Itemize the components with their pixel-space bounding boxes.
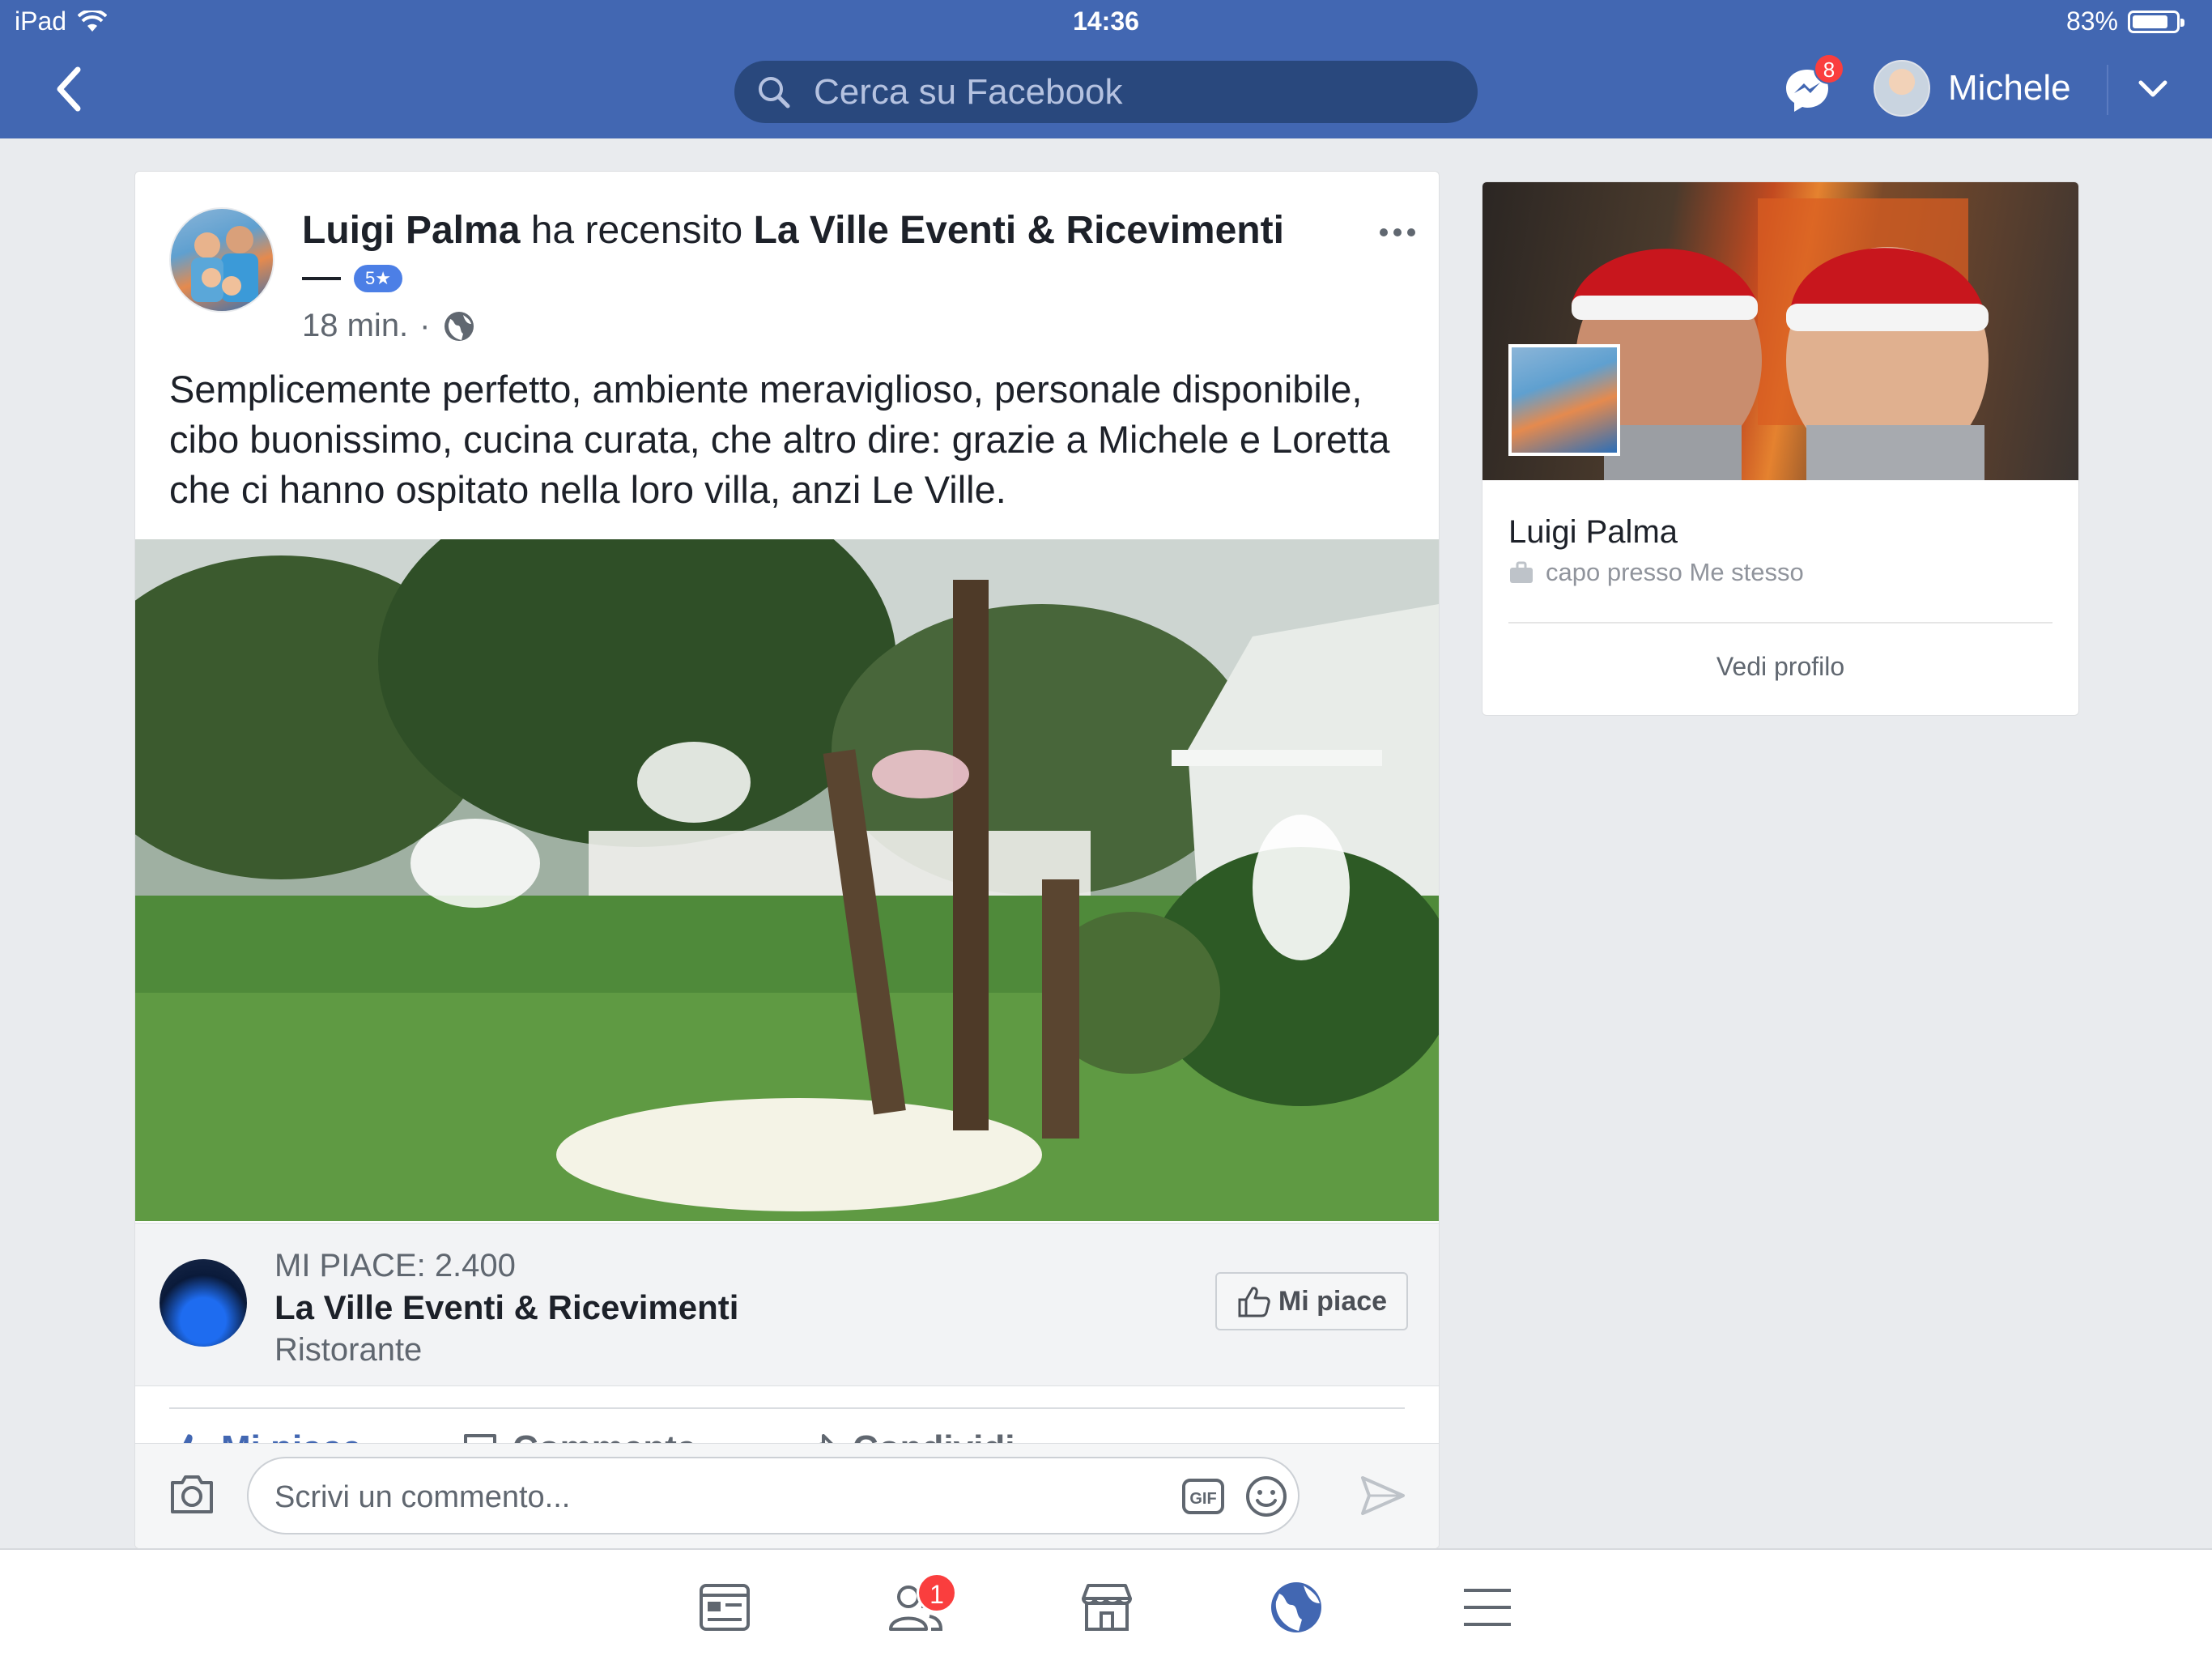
rating-badge: 5★ — [354, 265, 402, 292]
page-name[interactable]: La Ville Eventi & Ricevimenti — [274, 1288, 738, 1327]
user-name: Michele — [1948, 68, 2071, 108]
reviewed-page-name[interactable]: La Ville Eventi & Ricevimenti — [754, 209, 1284, 252]
profile-card: Luigi Palma capo presso Me stesso Vedi p… — [1482, 181, 2079, 716]
post-action-text: ha recensito — [530, 209, 743, 252]
battery-percent: 83% — [2065, 6, 2118, 36]
view-profile-link[interactable]: Vedi profilo — [1482, 652, 2078, 682]
cover-photo[interactable] — [1482, 182, 2078, 480]
camera-icon[interactable] — [168, 1471, 216, 1517]
profile-divider — [1508, 622, 2052, 624]
profile-work: capo presso Me stesso — [1508, 558, 1804, 587]
search-input[interactable] — [812, 70, 1447, 113]
marketplace-icon[interactable] — [1078, 1579, 1135, 1636]
thumbs-up-icon — [1238, 1287, 1270, 1317]
battery-level — [2133, 15, 2167, 28]
top-navigation-bar: iPad 14:36 83% 8 Michele — [0, 0, 2212, 138]
status-bar: iPad 14:36 83% — [0, 6, 2212, 42]
more-options-icon[interactable] — [1377, 220, 1418, 245]
meta-separator: · — [419, 308, 431, 343]
rating-dash — [302, 277, 341, 280]
bottom-tab-bar — [0, 1548, 2212, 1660]
post-meta: 18 min. · — [302, 308, 476, 344]
page-attachment[interactable]: MI PIACE: 2.400 La Ville Eventi & Ricevi… — [135, 1223, 1439, 1386]
post-body-text: Semplicemente perfetto, ambiente meravig… — [169, 368, 1390, 511]
comment-input-wrapper[interactable]: GIF — [247, 1457, 1300, 1534]
search-bar[interactable] — [734, 61, 1478, 123]
user-profile-button[interactable]: Michele — [1874, 60, 2071, 117]
comment-composer: GIF — [135, 1443, 1439, 1548]
post-author-name[interactable]: Luigi Palma — [302, 209, 520, 252]
post-header: Luigi Palma ha recensito La Ville Eventi… — [302, 206, 1306, 256]
news-feed-icon[interactable] — [696, 1579, 753, 1636]
gif-icon[interactable]: GIF — [1181, 1476, 1225, 1517]
post-timestamp[interactable]: 18 min. — [302, 308, 408, 344]
emoji-icon[interactable] — [1244, 1475, 1288, 1518]
briefcase-icon — [1510, 561, 1533, 583]
page-likes-count: MI PIACE: 2.400 — [274, 1248, 516, 1283]
send-icon[interactable] — [1359, 1473, 1406, 1518]
user-avatar — [1874, 60, 1930, 117]
post-author-avatar[interactable] — [169, 207, 274, 313]
battery-icon — [2128, 10, 2184, 33]
profile-work-text: capo presso Me stesso — [1546, 558, 1804, 586]
search-icon — [759, 76, 790, 108]
back-arrow-icon[interactable] — [47, 65, 96, 113]
header-divider — [2107, 65, 2108, 115]
chevron-down-icon[interactable] — [2136, 74, 2170, 104]
post-photo[interactable] — [135, 539, 1439, 1221]
profile-name[interactable]: Luigi Palma — [1508, 514, 1678, 551]
page-category: Ristorante — [274, 1332, 423, 1368]
profile-avatar[interactable] — [1508, 344, 1620, 456]
svg-text:GIF: GIF — [1189, 1490, 1216, 1508]
review-rating: 5★ — [302, 265, 402, 292]
page-avatar[interactable] — [160, 1259, 247, 1347]
like-page-label: Mi piace — [1278, 1285, 1388, 1317]
menu-icon[interactable] — [1459, 1579, 1516, 1636]
notifications-globe-icon[interactable] — [1268, 1579, 1325, 1636]
like-page-button[interactable]: Mi piace — [1215, 1272, 1408, 1330]
messenger-badge: 8 — [1814, 53, 1844, 84]
family-photo-thumbnail — [191, 226, 258, 302]
public-globe-icon — [444, 311, 474, 341]
post-card: Luigi Palma ha recensito La Ville Eventi… — [134, 171, 1440, 1549]
friends-badge: 1 — [917, 1573, 957, 1613]
status-right: 83% — [2065, 6, 2184, 36]
garden-photo-illustration — [135, 539, 1439, 1221]
comment-input[interactable] — [273, 1476, 1118, 1518]
status-time: 14:36 — [1073, 6, 1139, 36]
